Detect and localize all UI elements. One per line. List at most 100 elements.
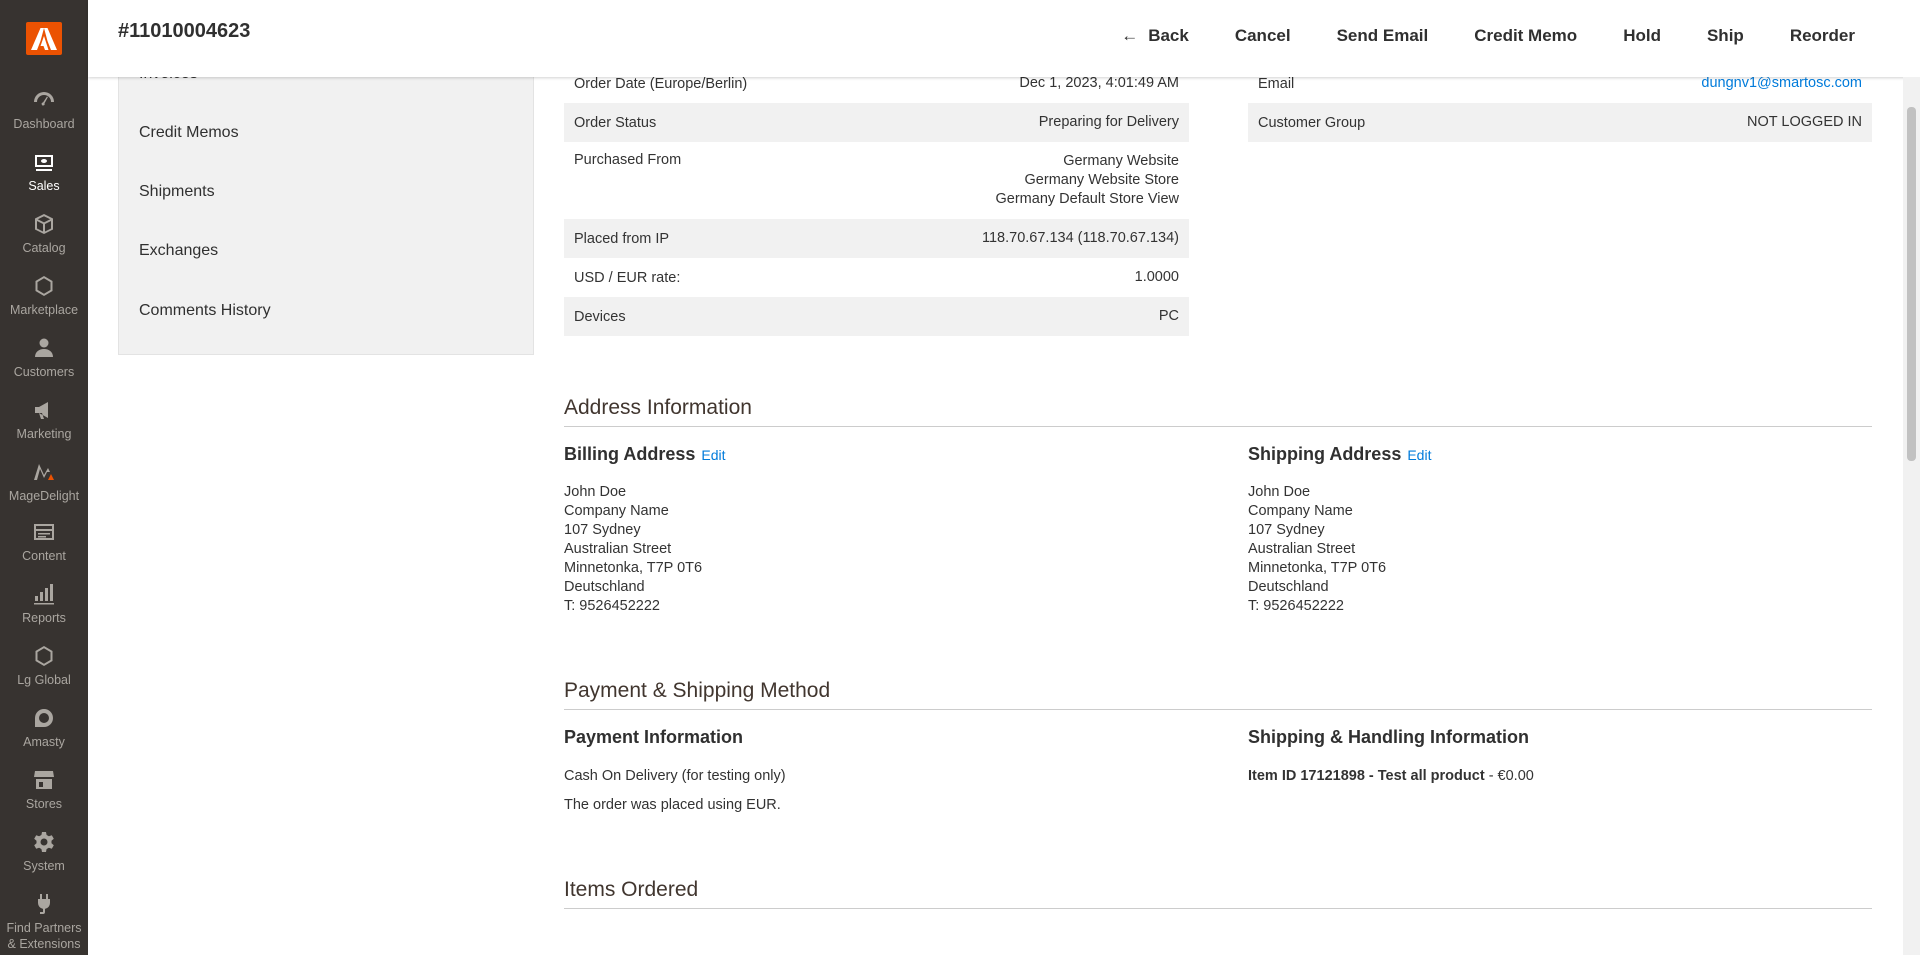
billing-line: Company Name (564, 503, 669, 519)
billing-address-title: Billing Address (564, 444, 696, 464)
nav-label: Amasty (23, 735, 65, 749)
customer-email-link[interactable]: dungnv1@smartosc.com (1701, 75, 1862, 91)
shipping-line: Minnetonka, T7P 0T6 (1248, 560, 1387, 576)
nav-stores[interactable]: Stores (0, 768, 88, 812)
divider (564, 709, 1872, 710)
nav-customers[interactable]: Customers (0, 336, 88, 380)
order-status-label: Order Status (574, 114, 657, 131)
tab-comments-history[interactable]: Comments History (139, 302, 271, 320)
shipping-line: T: 9526452222 (1248, 598, 1344, 614)
shipping-line: 107 Sydney (1248, 522, 1325, 538)
nav-label: Catalog (22, 241, 66, 255)
nav-label: System (23, 859, 65, 873)
billing-address-heading: Billing Address Edit (564, 444, 725, 465)
cancel-button[interactable]: Cancel (1212, 24, 1314, 48)
ship-button[interactable]: Ship (1684, 24, 1767, 48)
order-tabs-panel: Invoices Credit Memos Shipments Exchange… (118, 40, 534, 355)
payment-currency-note: The order was placed using EUR. (564, 797, 781, 813)
customer-group-row: Customer Group NOT LOGGED IN (1248, 103, 1872, 142)
billing-line: T: 9526452222 (564, 598, 660, 614)
page-scrollbar[interactable] (1903, 77, 1920, 955)
nav-label: Customers (13, 365, 75, 379)
tab-credit-memos[interactable]: Credit Memos (139, 124, 239, 142)
tab-shipments[interactable]: Shipments (139, 183, 215, 201)
hold-button[interactable]: Hold (1600, 24, 1684, 48)
credit-memo-button[interactable]: Credit Memo (1451, 24, 1600, 48)
purchased-store: Germany Website Store (1024, 172, 1179, 188)
reports-icon (32, 582, 56, 606)
gear-icon (32, 830, 56, 854)
shipping-line: Australian Street (1248, 541, 1356, 557)
payment-method: Cash On Delivery (for testing only) (564, 768, 786, 784)
billing-line: Deutschland (564, 579, 645, 595)
back-label: Back (1148, 26, 1189, 45)
shipping-address-block: John Doe Company Name 107 Sydney Austral… (1248, 483, 1386, 616)
adobe-logo-icon[interactable] (26, 22, 62, 55)
shipping-address-heading: Shipping Address Edit (1248, 444, 1431, 465)
customer-group-value: NOT LOGGED IN (1747, 114, 1862, 130)
arrow-left-icon: ← (1121, 26, 1139, 45)
rate-label: USD / EUR rate: (574, 269, 681, 286)
nav-catalog[interactable]: Catalog (0, 212, 88, 256)
scrollbar-thumb[interactable] (1907, 107, 1916, 461)
customers-icon (32, 336, 56, 360)
nav-amasty[interactable]: Amasty (0, 706, 88, 750)
nav-find-partners[interactable]: Find Partners & Extensions (0, 892, 88, 952)
edit-billing-link[interactable]: Edit (701, 447, 725, 463)
nav-marketplace[interactable]: Marketplace (0, 274, 88, 318)
order-status-value: Preparing for Delivery (1038, 114, 1179, 130)
nav-label: Lg Global (17, 673, 71, 687)
shipping-line: John Doe (1248, 484, 1311, 500)
nav-marketing[interactable]: Marketing (0, 398, 88, 442)
devices-row: Devices PC (564, 297, 1189, 336)
billing-line: 107 Sydney (564, 522, 641, 538)
marketplace-icon (32, 274, 56, 298)
stores-icon (32, 768, 56, 792)
content-icon (32, 520, 56, 544)
order-date-label: Order Date (Europe/Berlin) (574, 75, 748, 92)
send-email-button[interactable]: Send Email (1314, 24, 1452, 48)
nav-content[interactable]: Content (0, 520, 88, 564)
nav-sales[interactable]: Sales (0, 150, 88, 194)
lg-global-icon (32, 644, 56, 668)
magedelight-icon (32, 460, 56, 484)
nav-label: Find Partners (6, 921, 82, 935)
reorder-button[interactable]: Reorder (1767, 24, 1878, 48)
address-section-title: Address Information (564, 396, 752, 419)
email-label: Email (1258, 75, 1295, 92)
nav-system[interactable]: System (0, 830, 88, 874)
billing-address-block: John Doe Company Name 107 Sydney Austral… (564, 483, 702, 616)
nav-label: Stores (25, 797, 63, 811)
sales-icon (32, 150, 56, 174)
page-header: #11010004623 ← Back Cancel Send Email Cr… (88, 0, 1920, 77)
customer-group-label: Customer Group (1258, 114, 1366, 131)
purchased-website: Germany Website (1063, 153, 1179, 169)
nav-label: Reports (22, 611, 66, 625)
nav-label: Dashboard (13, 117, 75, 131)
ip-value: 118.70.67.134 (118.70.67.134) (982, 230, 1179, 246)
devices-label: Devices (574, 308, 626, 325)
billing-line: Minnetonka, T7P 0T6 (564, 560, 703, 576)
header-actions: ← Back Cancel Send Email Credit Memo Hol… (1098, 24, 1878, 48)
purchased-from-row: Purchased From Germany Website Germany W… (564, 142, 1189, 219)
shipping-address-title: Shipping Address (1248, 444, 1402, 464)
page-title: #11010004623 (118, 20, 251, 42)
nav-magedelight[interactable]: MageDelight (0, 460, 88, 504)
marketing-icon (32, 398, 56, 422)
billing-line: Australian Street (564, 541, 672, 557)
shipping-price: - €0.00 (1488, 768, 1534, 784)
payment-shipping-section-title: Payment & Shipping Method (564, 679, 831, 702)
nav-lg-global[interactable]: Lg Global (0, 644, 88, 688)
items-ordered-section-title: Items Ordered (564, 878, 699, 901)
placed-from-ip-row: Placed from IP 118.70.67.134 (118.70.67.… (564, 219, 1189, 258)
nav-dashboard[interactable]: Dashboard (0, 88, 88, 132)
nav-reports[interactable]: Reports (0, 582, 88, 626)
divider (564, 908, 1872, 909)
order-status-row: Order Status Preparing for Delivery (564, 103, 1189, 142)
payment-information-heading: Payment Information (564, 727, 744, 747)
purchased-from-value: Germany Website Germany Website Store Ge… (996, 152, 1179, 209)
tab-exchanges[interactable]: Exchanges (139, 242, 218, 260)
edit-shipping-link[interactable]: Edit (1407, 447, 1431, 463)
plug-icon (32, 892, 56, 916)
back-button[interactable]: ← Back (1098, 24, 1212, 48)
